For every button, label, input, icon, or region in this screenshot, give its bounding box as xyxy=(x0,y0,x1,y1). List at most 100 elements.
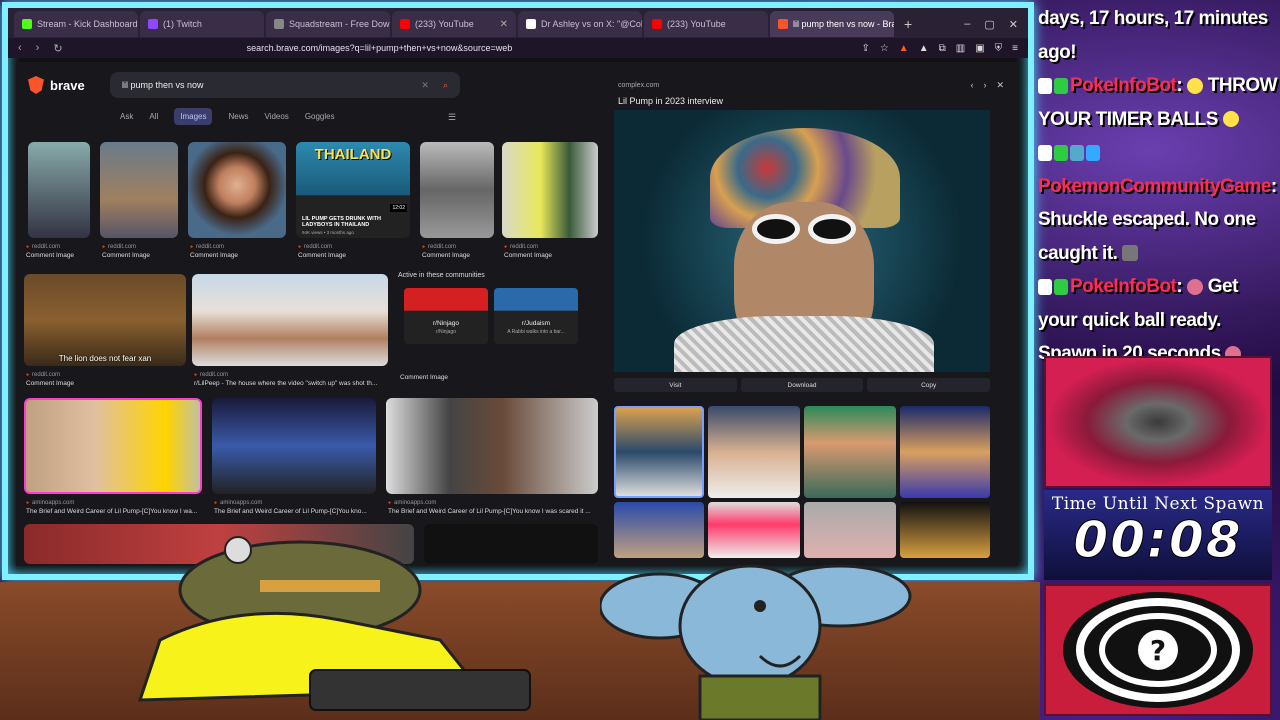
result-image[interactable] xyxy=(212,398,376,494)
address-bar: ‹ › ↻ search.brave.com/images?q=lil+pump… xyxy=(8,38,1028,58)
download-button[interactable]: Download xyxy=(740,378,864,392)
tab-youtube-1[interactable]: (233) YouTube ✕ xyxy=(392,11,516,37)
emote-icon xyxy=(1122,245,1139,262)
community-card[interactable] xyxy=(494,288,578,344)
tab-bar: Stream - Kick Dashboard✕ (1) Twitch Squa… xyxy=(8,8,1028,40)
new-tab-button[interactable]: + xyxy=(896,16,920,32)
badge-icon xyxy=(1038,278,1052,295)
related-image-selected[interactable] xyxy=(614,406,704,498)
wallet-icon[interactable]: ▣ xyxy=(975,43,984,54)
search-icon[interactable]: ⌕ xyxy=(443,80,448,91)
brave-logo[interactable]: brave xyxy=(28,76,85,94)
clear-icon[interactable]: ✕ xyxy=(421,80,429,91)
x-icon xyxy=(526,19,536,29)
minimize-icon[interactable]: – xyxy=(964,18,970,31)
result-caption: reddit.comComment Image xyxy=(102,244,150,259)
detail-image[interactable] xyxy=(614,110,990,372)
related-image[interactable] xyxy=(708,502,800,558)
prime-icon xyxy=(1086,144,1100,161)
result-image[interactable] xyxy=(420,142,494,238)
maximize-icon[interactable]: ▢ xyxy=(984,18,994,31)
chat-text: Shuckle escaped. No one caught it. xyxy=(1038,209,1256,264)
nav-news[interactable]: News xyxy=(228,112,248,121)
pokeball-icon: ? xyxy=(1063,592,1253,708)
emote-icon xyxy=(1187,77,1203,94)
prev-icon[interactable]: ‹ xyxy=(970,80,973,91)
spawn-timer: Time Until Next Spawn 00:08 xyxy=(1044,490,1272,580)
nav-videos[interactable]: Videos xyxy=(264,112,288,121)
result-image[interactable] xyxy=(192,274,388,366)
result-caption: aminoapps.comThe Brief and Weird Career … xyxy=(26,500,204,515)
menu-icon[interactable]: ≡ xyxy=(1012,43,1018,54)
tab-youtube-2[interactable]: (233) YouTube xyxy=(644,11,768,37)
tab-brave-search[interactable]: lil pump then vs now - Brave Se...✕ xyxy=(770,11,894,37)
chat-username: PokemonCommunityGame xyxy=(1038,175,1271,197)
result-image[interactable]: The lion does not fear xan xyxy=(24,274,186,366)
visit-button[interactable]: Visit xyxy=(614,378,737,392)
chat-username: PokeInfoBot xyxy=(1070,276,1177,297)
tab-squadstream[interactable]: Squadstream - Free Download, Borrow xyxy=(266,11,390,37)
next-icon[interactable]: › xyxy=(983,80,986,91)
rewards-icon[interactable]: ▲ xyxy=(919,43,929,54)
extensions-icon[interactable]: ⧉ xyxy=(939,43,946,54)
result-caption: reddit.comComment Image xyxy=(190,244,238,259)
result-caption: reddit.comComment Image xyxy=(504,244,552,259)
window-controls: – ▢ ✕ xyxy=(964,18,1028,31)
related-image[interactable] xyxy=(614,502,704,558)
vpn-icon[interactable]: ⛨ xyxy=(995,43,1003,54)
tab-kick[interactable]: Stream - Kick Dashboard✕ xyxy=(14,11,138,37)
forward-icon[interactable]: › xyxy=(36,42,40,54)
detail-source[interactable]: complex.com xyxy=(618,82,659,89)
share-icon[interactable]: ⇪ xyxy=(861,43,869,54)
tab-twitch[interactable]: (1) Twitch xyxy=(140,11,264,37)
nav-all[interactable]: All xyxy=(149,112,158,121)
nav-ask[interactable]: Ask xyxy=(120,112,133,121)
brave-lion-icon xyxy=(28,76,44,94)
brave-icon xyxy=(778,19,788,29)
close-icon[interactable]: ✕ xyxy=(996,80,1004,91)
video-result[interactable]: THAILAND 12:02 LIL PUMP GETS DRUNK WITH … xyxy=(296,142,410,238)
result-image[interactable] xyxy=(502,142,598,238)
result-image[interactable] xyxy=(188,142,286,238)
close-window-icon[interactable]: ✕ xyxy=(1009,18,1018,31)
result-image[interactable] xyxy=(386,398,598,494)
kick-icon xyxy=(22,19,32,29)
brave-shields-icon[interactable]: ▲ xyxy=(899,43,909,54)
result-caption: reddit.comComment Image xyxy=(26,244,74,259)
badge-icon xyxy=(1038,77,1052,94)
star-icon[interactable]: ☆ xyxy=(880,43,889,54)
result-image-selected[interactable] xyxy=(24,398,202,494)
related-image[interactable] xyxy=(804,502,896,558)
nav-images[interactable]: Images xyxy=(174,108,213,125)
result-image[interactable] xyxy=(28,142,90,238)
result-caption: reddit.comComment Image xyxy=(26,372,74,387)
detail-title: Lil Pump in 2023 interview xyxy=(618,96,724,106)
timer-value: 00:08 xyxy=(1073,511,1243,569)
close-icon[interactable]: ✕ xyxy=(500,19,508,30)
community-card[interactable] xyxy=(404,288,488,344)
emote-icon xyxy=(1222,111,1239,128)
copy-button[interactable]: Copy xyxy=(867,378,991,392)
sunglasses-right xyxy=(808,214,856,244)
result-image[interactable] xyxy=(100,142,178,238)
url-field[interactable]: search.brave.com/images?q=lil+pump+then+… xyxy=(247,43,513,53)
related-image[interactable] xyxy=(900,502,990,558)
detail-controls: ‹ › ✕ xyxy=(970,80,1004,91)
nav-goggles[interactable]: Goggles xyxy=(305,112,335,121)
archive-icon xyxy=(274,19,284,29)
chat-username: PokeInfoBot xyxy=(1070,75,1177,96)
detail-actions: Visit Download Copy xyxy=(614,378,991,392)
filter-icon[interactable]: ☰ xyxy=(448,112,456,123)
related-image[interactable] xyxy=(804,406,896,498)
search-input[interactable]: lil pump then vs now ✕ ⌕ xyxy=(110,72,460,98)
youtube-icon xyxy=(652,19,662,29)
reload-icon[interactable]: ↻ xyxy=(53,42,62,55)
related-image[interactable] xyxy=(708,406,800,498)
blue-elephant-illustration xyxy=(600,564,912,720)
back-icon[interactable]: ‹ xyxy=(18,42,22,54)
bits-icon xyxy=(1070,144,1084,161)
badge-icon xyxy=(1038,144,1052,161)
tab-x[interactable]: Dr Ashley vs on X: "@CollinRugg Th... xyxy=(518,11,642,37)
sidebar-icon[interactable]: ▥ xyxy=(956,43,965,54)
related-image[interactable] xyxy=(900,406,990,498)
